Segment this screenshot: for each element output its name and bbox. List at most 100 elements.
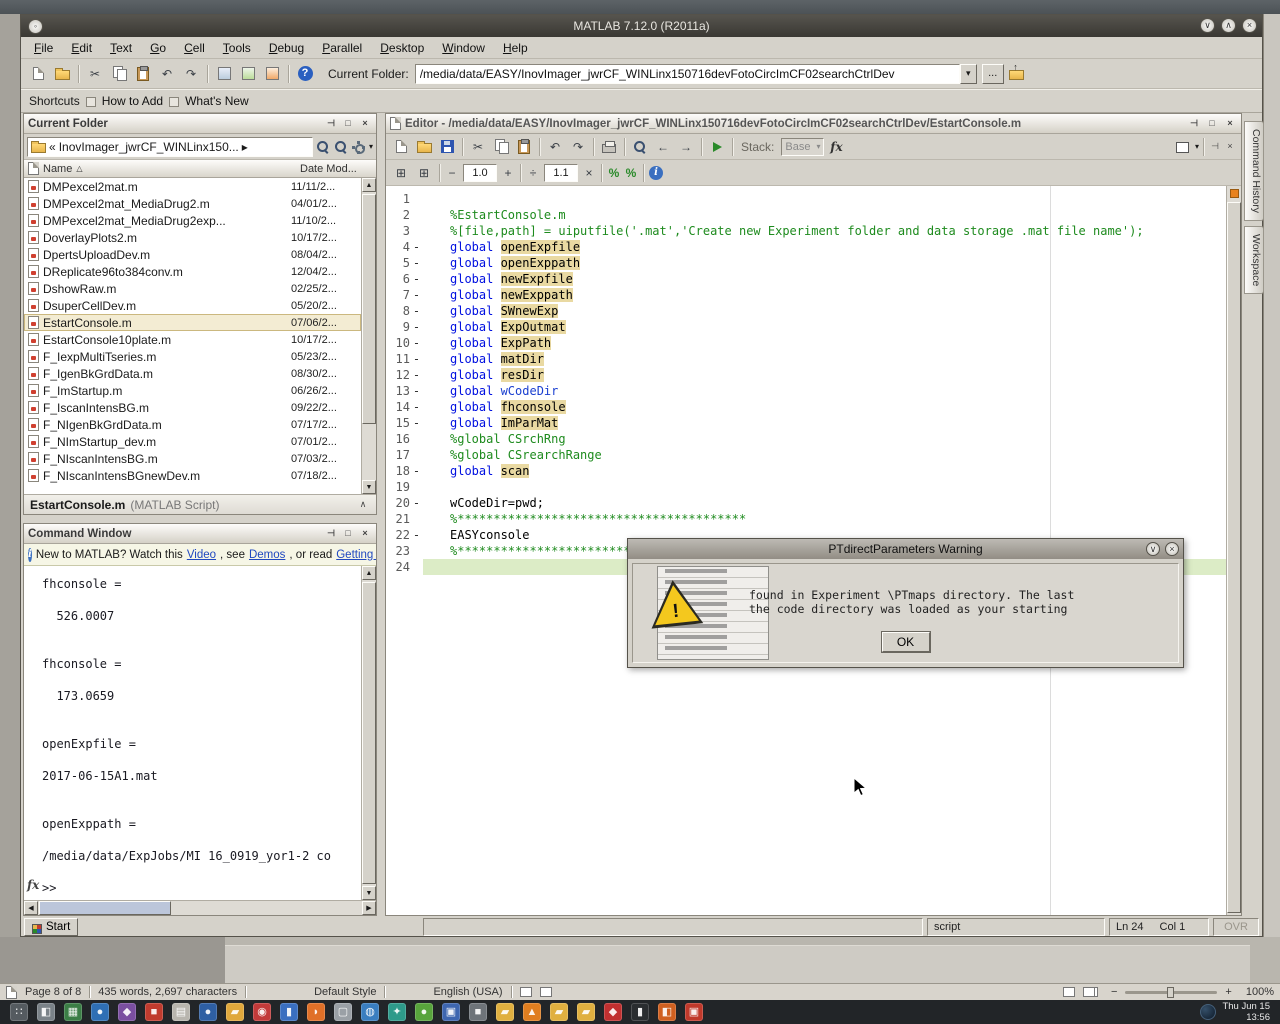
taskbar-app-icon[interactable]: ▣ <box>442 1003 460 1021</box>
maximize-button[interactable]: ∧ <box>1221 18 1236 33</box>
folder-breadcrumb-combo[interactable]: « InovImager_jwrCF_WINLinx150... ▸ <box>27 137 313 157</box>
video-link[interactable]: Video <box>187 549 216 561</box>
help-button[interactable]: ? <box>294 63 316 85</box>
menu-text[interactable]: Text <box>101 39 141 57</box>
up-one-folder-button[interactable] <box>1006 63 1028 85</box>
collapse-details-button[interactable]: ∧ <box>356 498 370 512</box>
taskbar-app-icon[interactable]: ▰ <box>496 1003 514 1021</box>
zoom-slider-thumb[interactable] <box>1167 987 1174 998</box>
file-row[interactable]: F_NIscanIntensBGnewDev.m07/18/2... <box>24 467 361 484</box>
tab-workspace[interactable]: Workspace <box>1244 226 1264 294</box>
split-dropdown-icon[interactable]: ▾ <box>1195 142 1199 151</box>
paste-button[interactable] <box>513 136 535 158</box>
find-button[interactable] <box>629 136 651 158</box>
menu-cell[interactable]: Cell <box>175 39 214 57</box>
warning-marker[interactable] <box>1230 189 1239 198</box>
file-row[interactable]: EstartConsole.m07/06/2... <box>24 314 361 331</box>
code-line[interactable]: 19 <box>386 479 1226 495</box>
code-line[interactable]: 11-global matDir <box>386 351 1226 367</box>
file-row[interactable]: F_ImStartup.m06/26/2... <box>24 382 361 399</box>
menu-window[interactable]: Window <box>433 39 494 57</box>
command-output-text[interactable]: fhconsole = 526.0007 fhconsole = 173.065… <box>24 566 361 900</box>
taskbar-app-icon[interactable]: ▣ <box>685 1003 703 1021</box>
file-row[interactable]: EstartConsole10plate.m10/17/2... <box>24 331 361 348</box>
actions-dropdown-icon[interactable]: ▾ <box>369 142 373 151</box>
file-row[interactable]: DshowRaw.m02/25/2... <box>24 280 361 297</box>
tab-command-history[interactable]: Command History <box>1244 121 1264 221</box>
panel-max-button[interactable]: □ <box>341 117 355 131</box>
copy-button[interactable] <box>108 63 130 85</box>
function-hints-fx-button[interactable]: fx <box>27 878 39 892</box>
file-row[interactable]: F_NIgenBkGrdData.m07/17/2... <box>24 416 361 433</box>
taskbar-app-icon[interactable]: ▦ <box>64 1003 82 1021</box>
browse-folder-button[interactable]: ... <box>982 64 1004 84</box>
panel-dock-button[interactable]: ⊣ <box>324 117 338 131</box>
cell-multiplier-field[interactable]: 1.1 <box>544 164 578 182</box>
taskbar-app-icon[interactable]: ◧ <box>37 1003 55 1021</box>
panel-dock-button[interactable]: ⊣ <box>324 527 338 541</box>
go-forward-button[interactable]: → <box>675 136 697 158</box>
guide-button[interactable] <box>237 63 259 85</box>
menu-file[interactable]: File <box>25 39 62 57</box>
menu-debug[interactable]: Debug <box>260 39 313 57</box>
new-script-button[interactable] <box>390 136 412 158</box>
decrease-value-button[interactable]: − <box>444 165 460 181</box>
command-window-scrollbar[interactable]: ▲ ▼ <box>361 566 376 900</box>
code-line[interactable]: 9-global ExpOutmat <box>386 319 1226 335</box>
editor-dock-button[interactable]: ⊣ <box>1208 140 1222 154</box>
dialog-close-button[interactable]: × <box>1165 542 1179 556</box>
file-row[interactable]: F_IscanIntensBG.m09/22/2... <box>24 399 361 416</box>
code-line[interactable]: 12-global resDir <box>386 367 1226 383</box>
menu-tools[interactable]: Tools <box>214 39 260 57</box>
redo-button[interactable]: ↷ <box>567 136 589 158</box>
breadcrumb-chevrons[interactable]: « <box>49 140 56 154</box>
zoom-level[interactable]: 100% <box>1246 986 1274 998</box>
code-line[interactable]: 16%global CSrchRng <box>386 431 1226 447</box>
code-line[interactable]: 5-global openExppath <box>386 255 1226 271</box>
file-list-scrollbar[interactable]: ▲ ▼ <box>361 178 376 494</box>
menu-go[interactable]: Go <box>141 39 175 57</box>
current-folder-dropdown-button[interactable]: ▾ <box>960 64 977 84</box>
panel-close-button[interactable]: × <box>1223 117 1237 131</box>
panel-close-button[interactable]: × <box>358 117 372 131</box>
scrollbar-thumb[interactable] <box>39 901 171 915</box>
menu-edit[interactable]: Edit <box>62 39 101 57</box>
panel-close-button[interactable]: × <box>358 527 372 541</box>
taskbar-app-icon[interactable]: ◉ <box>253 1003 271 1021</box>
taskbar-app-icon[interactable]: ▰ <box>550 1003 568 1021</box>
code-line[interactable]: 17%global CSrearchRange <box>386 447 1226 463</box>
taskbar-app-icon[interactable]: ■ <box>469 1003 487 1021</box>
taskbar-app-icon[interactable]: ■ <box>145 1003 163 1021</box>
panel-dock-button[interactable]: ⊣ <box>1187 117 1201 131</box>
editor-scrollbar[interactable] <box>1226 186 1241 915</box>
new-script-button[interactable] <box>27 63 49 85</box>
actions-button[interactable] <box>351 139 367 155</box>
menu-help[interactable]: Help <box>494 39 537 57</box>
simulink-button[interactable] <box>213 63 235 85</box>
file-row[interactable]: DsuperCellDev.m05/20/2... <box>24 297 361 314</box>
file-row[interactable]: F_IgenBkGrdData.m08/30/2... <box>24 365 361 382</box>
command-window-output[interactable]: fhconsole = 526.0007 fhconsole = 173.065… <box>24 566 376 900</box>
word-count[interactable]: 435 words, 2,697 characters <box>98 986 237 998</box>
file-row[interactable]: F_NImStartup_dev.m07/01/2... <box>24 433 361 450</box>
insert-cell-button[interactable]: ⊞ <box>390 162 412 184</box>
multi-page-view-icon[interactable] <box>1083 987 1095 997</box>
background-window-scrollbar[interactable] <box>1263 14 1280 983</box>
multiply-value-button[interactable]: × <box>581 165 597 181</box>
getting-started-link[interactable]: Getting Started <box>336 549 376 561</box>
file-row[interactable]: DMPexcel2mat_MediaDrug2.m04/01/2... <box>24 195 361 212</box>
overwrite-mode-icon[interactable] <box>540 987 552 997</box>
zoom-in-button[interactable]: + <box>1225 986 1231 998</box>
file-row[interactable]: DpertsUploadDev.m08/04/2... <box>24 246 361 263</box>
current-folder-input[interactable] <box>415 64 960 84</box>
taskbar-app-icon[interactable]: ✦ <box>388 1003 406 1021</box>
split-screen-button[interactable] <box>1172 136 1194 158</box>
panel-max-button[interactable]: □ <box>341 527 355 541</box>
taskbar-app-icon[interactable]: ◆ <box>118 1003 136 1021</box>
stack-dropdown[interactable]: Base ▾ <box>781 138 824 156</box>
command-window-hscrollbar[interactable]: ◀ ▶ <box>24 900 376 915</box>
save-button[interactable] <box>436 136 458 158</box>
code-line[interactable]: 18-global scan <box>386 463 1226 479</box>
percent-button[interactable]: % <box>606 165 622 181</box>
document-language[interactable]: English (USA) <box>433 986 502 998</box>
